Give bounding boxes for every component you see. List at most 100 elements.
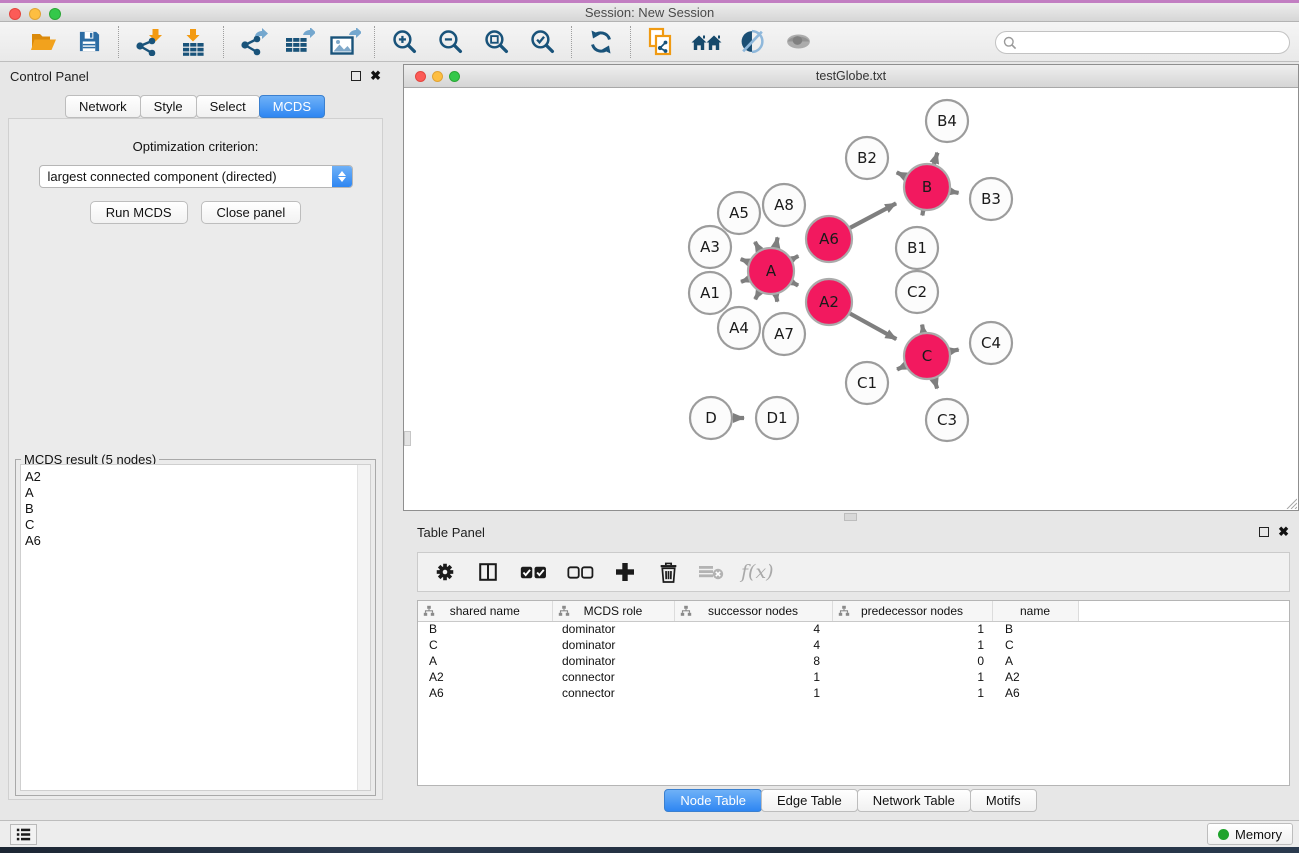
node-A4[interactable]: A4 bbox=[718, 307, 760, 349]
zoom-fit-button[interactable] bbox=[480, 26, 512, 58]
search-field[interactable] bbox=[995, 31, 1290, 54]
table-cell[interactable]: A6 bbox=[418, 685, 552, 701]
column-header-shared-name[interactable]: shared name bbox=[418, 601, 552, 621]
column-header-name[interactable]: name bbox=[992, 601, 1078, 621]
result-list-item[interactable]: A bbox=[25, 485, 370, 501]
edge-A-A2[interactable] bbox=[792, 282, 798, 285]
edge-C-C3[interactable] bbox=[934, 379, 937, 389]
edge-A-A5[interactable] bbox=[755, 242, 759, 250]
float-panel-icon[interactable] bbox=[351, 71, 361, 81]
splitter-grip-vertical[interactable] bbox=[404, 431, 411, 446]
result-list-scrollbar[interactable] bbox=[357, 465, 370, 790]
column-header-predecessor-nodes[interactable]: predecessor nodes bbox=[832, 601, 992, 621]
edge-C-C2[interactable] bbox=[922, 325, 923, 333]
apply-function-button[interactable]: f(x) bbox=[741, 561, 774, 583]
column-header-MCDS-role[interactable]: MCDS role bbox=[552, 601, 674, 621]
network-graph[interactable]: B4B2BB3A8A5A6A3B1AC2A1A2A4A7C4CC1DD1C3 bbox=[404, 88, 1298, 510]
edge-A-A6[interactable] bbox=[792, 256, 798, 259]
close-table-panel-icon[interactable]: ✖ bbox=[1278, 527, 1289, 537]
table-row[interactable]: A6connector11A6 bbox=[418, 685, 1289, 701]
node-A6[interactable]: A6 bbox=[806, 216, 852, 262]
edge-A-A3[interactable] bbox=[741, 259, 749, 262]
node-C[interactable]: C bbox=[904, 333, 950, 379]
show-all-networks-button[interactable] bbox=[690, 26, 722, 58]
node-B2[interactable]: B2 bbox=[846, 137, 888, 179]
node-C3[interactable]: C3 bbox=[926, 399, 968, 441]
table-cell[interactable]: 8 bbox=[674, 653, 832, 669]
table-row[interactable]: Bdominator41B bbox=[418, 621, 1289, 637]
export-table-button[interactable] bbox=[283, 26, 315, 58]
mcds-result-list[interactable]: A2ABCA6 bbox=[20, 464, 371, 791]
minimize-window-button[interactable] bbox=[29, 8, 41, 20]
table-cell[interactable]: 1 bbox=[674, 685, 832, 701]
select-all-button[interactable] bbox=[518, 559, 548, 585]
tab-edge-table[interactable]: Edge Table bbox=[761, 789, 858, 812]
table-cell[interactable]: 1 bbox=[674, 669, 832, 685]
table-cell[interactable]: A2 bbox=[418, 669, 552, 685]
edge-A-A8[interactable] bbox=[776, 237, 778, 247]
table-cell[interactable]: 1 bbox=[832, 669, 992, 685]
show-columns-button[interactable] bbox=[475, 559, 501, 585]
table-row[interactable]: Adominator80A bbox=[418, 653, 1289, 669]
node-A7[interactable]: A7 bbox=[763, 313, 805, 355]
network-close-button[interactable] bbox=[415, 71, 426, 82]
edge-A2-C[interactable] bbox=[850, 314, 896, 340]
unselect-all-button[interactable] bbox=[565, 559, 595, 585]
network-minimize-button[interactable] bbox=[432, 71, 443, 82]
table-cell[interactable]: C bbox=[992, 637, 1078, 653]
result-list-item[interactable]: A2 bbox=[25, 469, 370, 485]
edge-C-C4[interactable] bbox=[951, 350, 959, 352]
network-zoom-button[interactable] bbox=[449, 71, 460, 82]
tab-network-table[interactable]: Network Table bbox=[857, 789, 971, 812]
table-cell[interactable]: connector bbox=[552, 669, 674, 685]
edge-A6-B[interactable] bbox=[850, 203, 896, 227]
zoom-window-button[interactable] bbox=[49, 8, 61, 20]
table-cell[interactable]: C bbox=[418, 637, 552, 653]
resize-corner-icon[interactable] bbox=[1285, 497, 1297, 509]
table-cell[interactable]: A2 bbox=[992, 669, 1078, 685]
table-cell[interactable]: A bbox=[418, 653, 552, 669]
node-A5[interactable]: A5 bbox=[718, 192, 760, 234]
show-graphics-details-button[interactable] bbox=[782, 26, 814, 58]
tab-mcds[interactable]: MCDS bbox=[259, 95, 325, 118]
delete-table-button[interactable] bbox=[698, 559, 724, 585]
import-table-button[interactable] bbox=[178, 26, 210, 58]
node-D1[interactable]: D1 bbox=[756, 397, 798, 439]
node-A3[interactable]: A3 bbox=[689, 226, 731, 268]
table-cell[interactable]: B bbox=[418, 621, 552, 637]
edge-C-C1[interactable] bbox=[897, 366, 905, 370]
zoom-selected-button[interactable] bbox=[526, 26, 558, 58]
duplicate-network-button[interactable] bbox=[644, 26, 676, 58]
table-row[interactable]: Cdominator41C bbox=[418, 637, 1289, 653]
add-row-button[interactable] bbox=[612, 559, 638, 585]
edge-A-A1[interactable] bbox=[741, 279, 748, 282]
node-A2[interactable]: A2 bbox=[806, 279, 852, 325]
table-cell[interactable]: 4 bbox=[674, 637, 832, 653]
run-mcds-button[interactable]: Run MCDS bbox=[90, 201, 188, 224]
table-cell[interactable]: 0 bbox=[832, 653, 992, 669]
node-B1[interactable]: B1 bbox=[896, 227, 938, 269]
open-session-button[interactable] bbox=[27, 26, 59, 58]
tab-network[interactable]: Network bbox=[65, 95, 141, 118]
memory-button[interactable]: Memory bbox=[1207, 823, 1293, 845]
import-network-button[interactable] bbox=[132, 26, 164, 58]
table-cell[interactable]: 1 bbox=[832, 621, 992, 637]
edge-A-A7[interactable] bbox=[776, 295, 777, 302]
close-panel-icon[interactable]: ✖ bbox=[370, 71, 381, 81]
edge-B-B3[interactable] bbox=[951, 191, 959, 192]
tab-node-table[interactable]: Node Table bbox=[664, 789, 762, 812]
export-image-button[interactable] bbox=[329, 26, 361, 58]
node-A8[interactable]: A8 bbox=[763, 184, 805, 226]
node-B[interactable]: B bbox=[904, 164, 950, 210]
table-cell[interactable]: dominator bbox=[552, 637, 674, 653]
result-list-item[interactable]: C bbox=[25, 517, 370, 533]
node-A1[interactable]: A1 bbox=[689, 272, 731, 314]
node-D[interactable]: D bbox=[690, 397, 732, 439]
table-cell[interactable]: B bbox=[992, 621, 1078, 637]
hide-graphics-details-button[interactable] bbox=[736, 26, 768, 58]
edge-A-A4[interactable] bbox=[755, 292, 759, 299]
table-row[interactable]: A2connector11A2 bbox=[418, 669, 1289, 685]
tab-select[interactable]: Select bbox=[196, 95, 260, 118]
table-cell[interactable]: connector bbox=[552, 685, 674, 701]
column-header-successor-nodes[interactable]: successor nodes bbox=[674, 601, 832, 621]
